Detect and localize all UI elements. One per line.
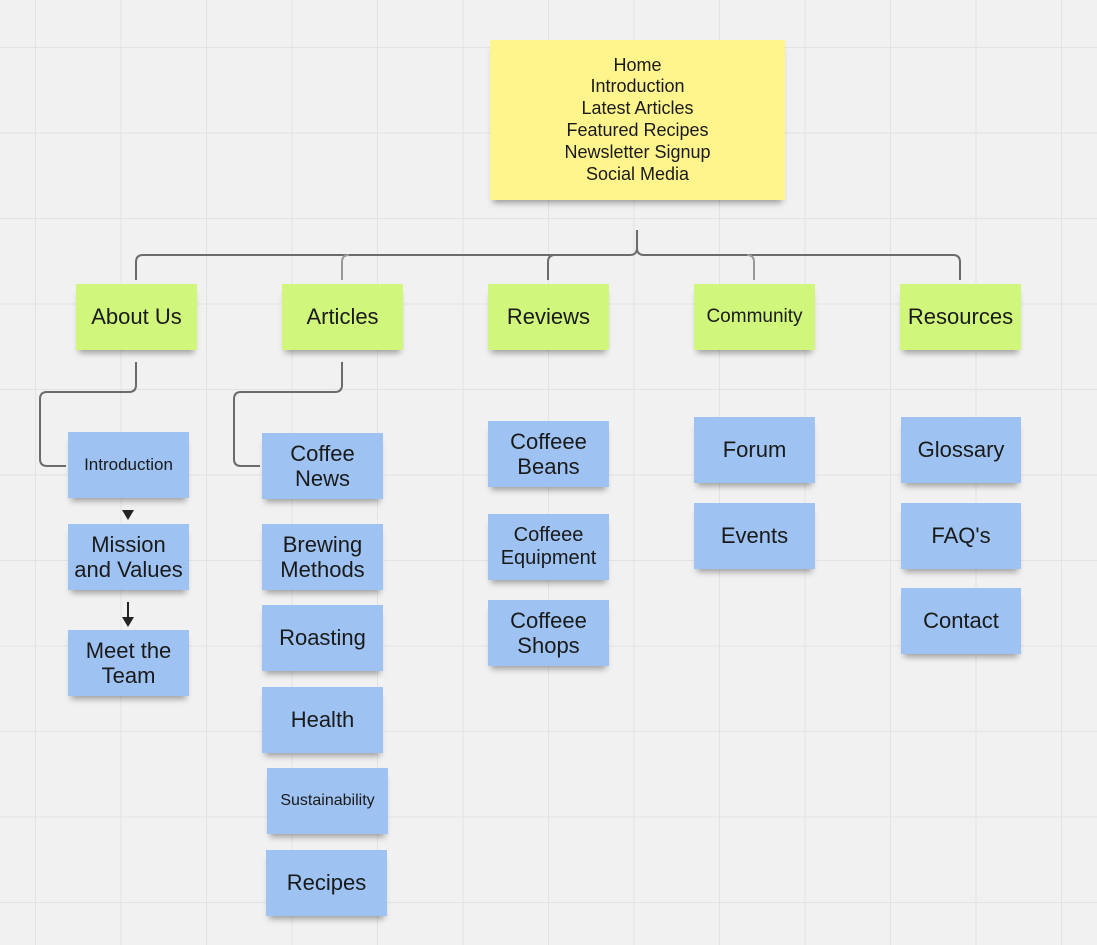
sticky-coffee-news[interactable]: Coffee News <box>262 433 383 499</box>
connector-community <box>746 254 755 280</box>
sticky-faqs[interactable]: FAQ's <box>901 503 1021 569</box>
sticky-coffeee-beans[interactable]: Coffeee Beans <box>488 421 609 487</box>
connector-right <box>636 247 961 280</box>
sticky-coffeee-equipment[interactable]: Coffeee Equipment <box>488 514 609 580</box>
home-line: Social Media <box>585 163 690 184</box>
arrow-head-icon <box>122 510 134 520</box>
sticky-introduction[interactable]: Introduction <box>68 432 189 498</box>
sticky-roasting[interactable]: Roasting <box>262 605 383 671</box>
sticky-meet-team[interactable]: Meet the Team <box>68 630 189 696</box>
sticky-sustainability[interactable]: Sustainability <box>267 768 388 834</box>
sticky-articles[interactable]: Articles <box>282 284 403 350</box>
home-line: Featured Recipes <box>566 120 709 140</box>
sticky-health[interactable]: Health <box>262 687 383 753</box>
sticky-community[interactable]: Community <box>694 284 815 350</box>
sticky-forum[interactable]: Forum <box>694 417 815 483</box>
sticky-home[interactable]: Home Introduction Latest Articles Featur… <box>490 40 785 200</box>
connector-articles <box>341 254 350 280</box>
sticky-resources[interactable]: Resources <box>900 284 1021 350</box>
home-line: Newsletter Signup <box>564 141 711 162</box>
sticky-coffeee-shops[interactable]: Coffeee Shops <box>488 600 609 666</box>
sticky-about-us[interactable]: About Us <box>76 284 197 350</box>
home-line: Introduction <box>590 76 685 97</box>
arrow-head-icon <box>122 617 134 627</box>
sticky-brewing-methods[interactable]: Brewing Methods <box>262 524 383 590</box>
connector-trunk <box>135 230 638 280</box>
sticky-contact[interactable]: Contact <box>901 588 1021 654</box>
home-line: Latest Articles <box>581 98 694 119</box>
sticky-recipes[interactable]: Recipes <box>266 850 387 916</box>
sticky-events[interactable]: Events <box>694 503 815 569</box>
home-line: Home <box>613 54 662 75</box>
sticky-glossary[interactable]: Glossary <box>901 417 1021 483</box>
connector-reviews <box>547 254 556 280</box>
sticky-mission-values[interactable]: Mission and Values <box>68 524 189 590</box>
sticky-reviews[interactable]: Reviews <box>488 284 609 350</box>
